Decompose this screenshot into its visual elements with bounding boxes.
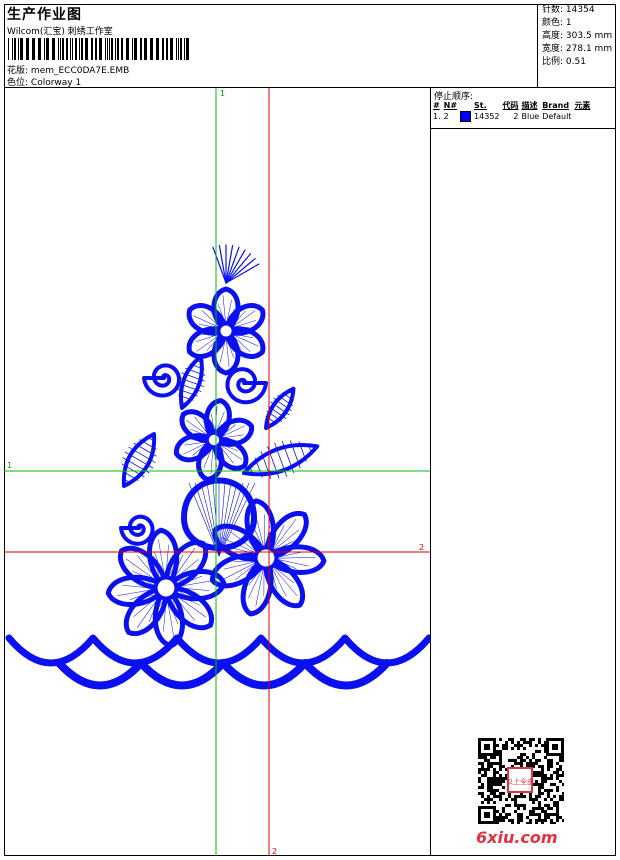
leaf bbox=[121, 432, 157, 488]
watermark-brand: 6xiu.com bbox=[476, 828, 558, 847]
col-description: 描述 bbox=[521, 101, 538, 110]
design-height: 高度: 303.5 mm bbox=[542, 31, 613, 41]
row-element bbox=[574, 111, 593, 122]
subtitle: Wilcom(汇宝) 刺绣工作室 bbox=[7, 27, 113, 37]
design-canvas: 1 1 2 2 bbox=[4, 88, 433, 856]
stats-panel: 针数: 14354 颜色: 1 高度: 303.5 mm 宽度: 278.1 m… bbox=[542, 4, 612, 69]
row-index: 1. bbox=[433, 112, 441, 121]
page-title: 生产作业图 bbox=[7, 7, 82, 23]
seal-text: 以上全由 bbox=[506, 777, 534, 786]
design-scale: 比例: 0.51 bbox=[542, 57, 586, 67]
swirl bbox=[142, 363, 182, 398]
scallop-border-upper bbox=[5, 634, 433, 667]
panel-divider bbox=[431, 128, 616, 129]
header-info: 生产作业图 Wilcom(汇宝) 刺绣工作室 花版: mem_ECC0DA7E.… bbox=[4, 4, 538, 88]
row-code: 2 bbox=[513, 112, 519, 121]
stitch-count: 针数: 14354 bbox=[542, 5, 595, 15]
sprig bbox=[218, 244, 227, 284]
guide-label-red-bottom: 2 bbox=[272, 847, 277, 856]
guide-label-green-left: 1 bbox=[7, 461, 12, 470]
row-description: Blue bbox=[521, 112, 540, 121]
colorway: 色位: Colorway 1 bbox=[7, 75, 81, 88]
row-n: 2 bbox=[443, 112, 449, 121]
flower-center bbox=[216, 321, 236, 341]
leaf bbox=[177, 354, 206, 410]
col-brand: Brand bbox=[542, 101, 570, 110]
col-code: 代码 bbox=[502, 101, 519, 110]
color-count: 颜色: 1 bbox=[542, 18, 572, 28]
flower-center bbox=[204, 430, 224, 450]
stop-sequence-table: # N# St. 代码 描述 Brand 元素 1. 2 14352 2 Blu… bbox=[433, 100, 593, 122]
design-width: 宽度: 278.1 mm bbox=[542, 44, 613, 54]
table-row: 1. 2 14352 2 Blue Default bbox=[433, 111, 593, 122]
col-index: # bbox=[433, 101, 440, 110]
leaf bbox=[242, 440, 320, 479]
swirl bbox=[119, 514, 155, 546]
qr-code: 以上全由 bbox=[478, 738, 564, 824]
col-stitches: St. bbox=[474, 101, 487, 110]
guide-label-green-top: 1 bbox=[220, 89, 225, 98]
sprig bbox=[225, 253, 252, 284]
row-brand: Default bbox=[542, 112, 572, 121]
flower-center bbox=[153, 575, 179, 601]
col-n: N# bbox=[443, 101, 458, 110]
row-stitches: 14352 bbox=[474, 112, 500, 121]
barcode bbox=[8, 38, 189, 60]
table-header: # N# St. 代码 描述 Brand 元素 bbox=[433, 100, 593, 111]
swirl bbox=[225, 367, 268, 405]
colorway-label: 色位: bbox=[7, 78, 29, 88]
embroidery-preview: 1 1 2 2 bbox=[4, 88, 433, 856]
flower-center bbox=[253, 545, 279, 571]
sprig bbox=[212, 246, 227, 284]
col-element: 元素 bbox=[574, 101, 591, 110]
guide-label-red-right: 2 bbox=[419, 543, 424, 552]
scallop-border-lower bbox=[55, 659, 391, 690]
row-swatch bbox=[460, 111, 474, 122]
header: 生产作业图 Wilcom(汇宝) 刺绣工作室 花版: mem_ECC0DA7E.… bbox=[4, 4, 616, 88]
col-swatch bbox=[460, 100, 474, 111]
color-swatch bbox=[460, 111, 472, 122]
colorway-value: Colorway 1 bbox=[30, 78, 82, 88]
